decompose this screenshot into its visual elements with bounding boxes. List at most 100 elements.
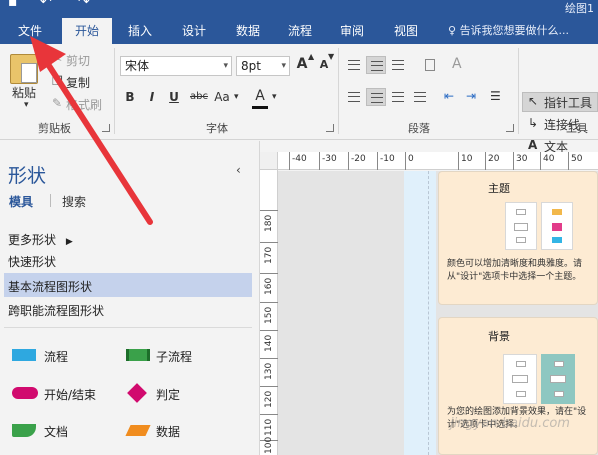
- quick-shapes-link[interactable]: 快速形状: [8, 253, 56, 270]
- pointer-tool-button[interactable]: 指针工具: [544, 94, 592, 111]
- copy-button[interactable]: 复制: [66, 74, 90, 91]
- panel-divider: [4, 327, 252, 328]
- paste-dropdown-icon[interactable]: ▾: [24, 100, 29, 110]
- ruler-tick: [260, 302, 278, 303]
- cut-icon[interactable]: ✂: [52, 52, 62, 66]
- change-case-button[interactable]: Aa: [212, 90, 232, 104]
- bullets-icon[interactable]: ☰: [490, 89, 501, 103]
- align-middle-button[interactable]: [366, 56, 386, 74]
- subprocess-shape-label[interactable]: 子流程: [156, 348, 192, 365]
- align-bottom-button[interactable]: [388, 56, 408, 74]
- paragraph-launcher-icon[interactable]: [506, 124, 514, 132]
- clipboard-group-label: 剪贴板: [38, 122, 71, 135]
- save-icon[interactable]: ▪: [8, 0, 18, 10]
- increase-indent-icon[interactable]: ⇥: [466, 89, 476, 103]
- text-tool-icon[interactable]: A: [528, 138, 537, 152]
- justify-button[interactable]: [410, 88, 430, 106]
- tab-insert[interactable]: 插入: [118, 18, 162, 44]
- ruler-label: 150: [264, 306, 274, 324]
- underline-button[interactable]: U: [166, 90, 182, 104]
- drawing-canvas[interactable]: 主题 颜色可以增加清晰度和典雅度。请从"设计"选项卡中选择一个主题。 背景 为您…: [278, 171, 598, 455]
- font-launcher-icon[interactable]: [326, 124, 334, 132]
- align-right-button[interactable]: [388, 88, 408, 106]
- ribbon: 粘贴 ▾ ✂ 剪切 ❐ 复制 ✎ 格式刷 剪贴板 宋体 ▾ 8pt ▾ A ▲ A …: [0, 44, 598, 154]
- mini-shape: [552, 209, 562, 215]
- theme-tip-card: 主题 颜色可以增加清晰度和典雅度。请从"设计"选项卡中选择一个主题。: [438, 171, 598, 305]
- start-end-shape-icon[interactable]: [12, 387, 38, 399]
- format-painter-button[interactable]: 格式刷: [66, 96, 102, 113]
- drawing-page[interactable]: [404, 171, 436, 455]
- clipboard-launcher-icon[interactable]: [102, 124, 110, 132]
- collapse-panel-icon[interactable]: ‹: [236, 163, 241, 177]
- chevron-down-icon[interactable]: ▾: [234, 92, 239, 102]
- paste-icon[interactable]: [10, 54, 38, 84]
- basic-flowchart-shapes-link[interactable]: 基本流程图形状: [8, 278, 92, 295]
- tab-data[interactable]: 数据: [226, 18, 270, 44]
- start-end-shape-label[interactable]: 开始/结束: [44, 386, 96, 403]
- decision-shape-icon[interactable]: [127, 383, 147, 403]
- tab-review[interactable]: 审阅: [330, 18, 374, 44]
- redo-icon[interactable]: ↷: [78, 0, 90, 10]
- strikethrough-button[interactable]: abc: [188, 91, 210, 102]
- bold-button[interactable]: B: [122, 90, 138, 104]
- align-left-button[interactable]: [344, 88, 364, 106]
- data-shape-icon[interactable]: [125, 425, 151, 436]
- data-shape-label[interactable]: 数据: [156, 423, 180, 440]
- grow-arrow-icon: ▲: [308, 52, 315, 61]
- ruler-label: 170: [264, 246, 274, 264]
- connector-icon[interactable]: ↳: [528, 116, 538, 130]
- lightbulb-icon: ♀: [448, 24, 457, 37]
- paste-button[interactable]: 粘贴: [12, 84, 36, 101]
- document-title: 绘图1: [565, 2, 594, 15]
- format-painter-icon[interactable]: ✎: [52, 96, 62, 110]
- decision-shape-label[interactable]: 判定: [156, 386, 180, 403]
- watermark-text: jingyan.baidu.com: [450, 416, 570, 431]
- font-color-button[interactable]: A: [252, 88, 268, 104]
- ruler-tick: [260, 358, 278, 359]
- font-size-value: 8pt: [241, 59, 261, 73]
- italic-button[interactable]: I: [144, 90, 160, 104]
- align-lines-icon: [348, 60, 360, 70]
- copy-icon[interactable]: ❐: [52, 74, 63, 88]
- text-block-button[interactable]: [420, 56, 440, 74]
- chevron-down-icon: ▾: [281, 61, 286, 71]
- subprocess-shape-icon[interactable]: [126, 349, 150, 361]
- font-name-select[interactable]: 宋体 ▾: [120, 56, 232, 76]
- cut-button[interactable]: 剪切: [66, 52, 90, 69]
- align-lines-icon: [414, 92, 426, 102]
- ruler-label: 160: [264, 277, 274, 295]
- tab-view[interactable]: 视图: [384, 18, 428, 44]
- cross-functional-shapes-link[interactable]: 跨职能流程图形状: [8, 302, 104, 319]
- ruler-tick: [260, 414, 278, 415]
- ruler-tick: [405, 152, 406, 170]
- decrease-indent-icon[interactable]: ⇤: [444, 89, 454, 103]
- tab-home[interactable]: 开始: [62, 18, 112, 44]
- tab-stencils[interactable]: 模具: [9, 193, 33, 210]
- tab-process[interactable]: 流程: [278, 18, 322, 44]
- more-shapes-link[interactable]: 更多形状 ▶: [8, 231, 73, 248]
- ruler-label: 100: [264, 436, 274, 454]
- process-shape-label[interactable]: 流程: [44, 348, 68, 365]
- theme-thumb-plain: [505, 202, 537, 250]
- group-separator: [518, 48, 519, 134]
- align-top-button[interactable]: [344, 56, 364, 74]
- tab-search[interactable]: 搜索: [62, 193, 86, 210]
- background-thumb-colored: [541, 354, 575, 404]
- text-direction-icon[interactable]: A: [452, 56, 462, 72]
- tell-me-box[interactable]: ♀ 告诉我您想要做什么...: [448, 18, 569, 44]
- ruler-tick: [485, 152, 486, 170]
- undo-icon[interactable]: ↶: [40, 0, 52, 10]
- align-center-button[interactable]: [366, 88, 386, 106]
- chevron-down-icon[interactable]: ▾: [272, 92, 277, 102]
- document-shape-label[interactable]: 文档: [44, 423, 68, 440]
- ruler-tick: [377, 152, 378, 170]
- font-size-select[interactable]: 8pt ▾: [236, 56, 290, 76]
- document-shape-icon[interactable]: [12, 424, 36, 437]
- align-lines-icon: [371, 61, 383, 71]
- process-shape-icon[interactable]: [12, 349, 36, 361]
- tab-design[interactable]: 设计: [172, 18, 216, 44]
- ruler-label: 10: [461, 154, 473, 164]
- tab-file[interactable]: 文件: [8, 18, 52, 44]
- font-group-label: 字体: [206, 122, 228, 135]
- pointer-icon[interactable]: ↖: [528, 94, 538, 108]
